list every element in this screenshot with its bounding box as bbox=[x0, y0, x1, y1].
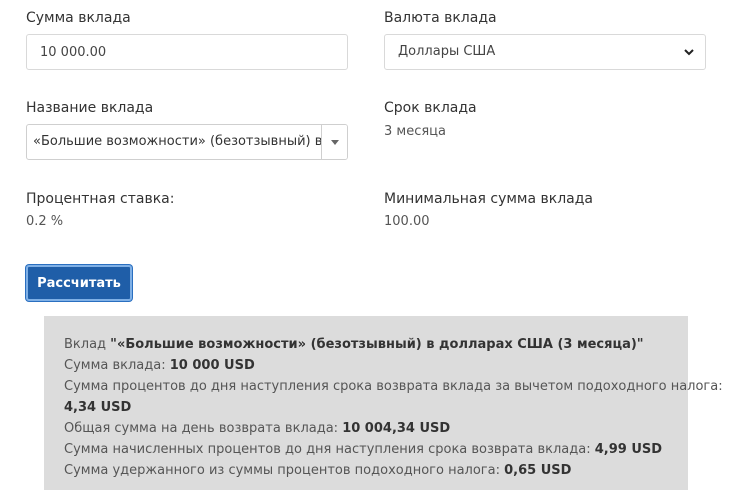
currency-label: Валюта вклада bbox=[384, 10, 497, 26]
result-sum-label: Сумма вклада: bbox=[64, 358, 170, 373]
caret-down-icon bbox=[331, 140, 339, 145]
result-tax-label: Сумма удержанного из суммы процентов под… bbox=[64, 463, 505, 478]
currency-select[interactable]: Доллары США bbox=[384, 34, 706, 70]
deposit-name-selected-value: «Большие возможности» (безотзывный) в до… bbox=[33, 134, 321, 149]
result-deposit-line: Вклад "«Большие возможности» (безотзывны… bbox=[64, 334, 668, 355]
result-panel: Вклад "«Большие возможности» (безотзывны… bbox=[44, 316, 723, 490]
result-interest-after-tax-line: 4,34 USD bbox=[64, 397, 668, 418]
amount-input[interactable] bbox=[26, 34, 348, 70]
chevron-down-icon bbox=[684, 49, 694, 56]
result-accrued-value: 4,99 USD bbox=[594, 442, 663, 457]
result-accrued-label: Сумма начисленных процентов до дня насту… bbox=[64, 442, 595, 457]
deposit-name-dropdown-button[interactable] bbox=[321, 125, 347, 159]
result-tax-line: Сумма удержанного из суммы процентов под… bbox=[64, 460, 668, 481]
deposit-name-label: Название вклада bbox=[26, 100, 154, 116]
result-deposit-title: "«Большие возможности» (безотзывный) в д… bbox=[110, 337, 644, 352]
result-tax-value: 0,65 USD bbox=[504, 463, 572, 478]
deposit-calculator: Сумма вклада Валюта вклада Доллары США Н… bbox=[0, 0, 732, 490]
min-amount-label: Минимальная сумма вклада bbox=[384, 191, 594, 207]
amount-label: Сумма вклада bbox=[26, 10, 131, 26]
result-total-value: 10 004,34 USD bbox=[342, 421, 451, 436]
rate-value: 0.2 % bbox=[26, 214, 64, 229]
rate-label: Процентная ставка: bbox=[26, 191, 175, 207]
result-accrued-line: Сумма начисленных процентов до дня насту… bbox=[64, 439, 668, 460]
result-sum-value: 10 000 USD bbox=[169, 358, 255, 373]
min-amount-value: 100.00 bbox=[384, 214, 430, 229]
term-label: Срок вклада bbox=[384, 100, 477, 116]
calculate-button[interactable]: Рассчитать bbox=[26, 265, 132, 301]
result-interest-after-tax-label: Сумма процентов до дня наступления срока… bbox=[64, 379, 723, 394]
result-sum-line: Сумма вклада: 10 000 USD bbox=[64, 355, 668, 376]
currency-selected-value: Доллары США bbox=[398, 44, 496, 59]
deposit-name-select[interactable]: «Большие возможности» (безотзывный) в до… bbox=[26, 124, 348, 160]
result-total-line: Общая сумма на день возврата вклада: 10 … bbox=[64, 418, 668, 439]
result-total-label: Общая сумма на день возврата вклада: bbox=[64, 421, 343, 436]
result-deposit-prefix: Вклад bbox=[64, 337, 111, 352]
result-interest-after-tax-value: 4,34 USD bbox=[64, 400, 132, 415]
term-value: 3 месяца bbox=[384, 124, 446, 139]
